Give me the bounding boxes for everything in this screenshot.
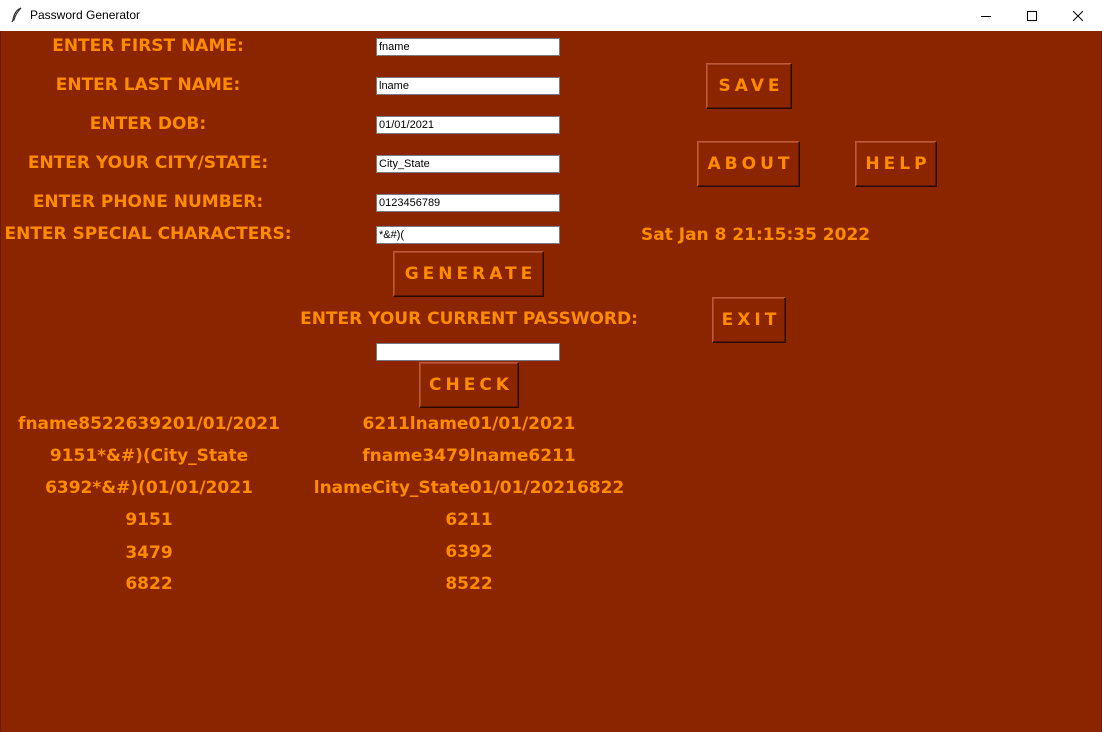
close-button[interactable] <box>1055 0 1101 31</box>
result-right-2: fname3479lname6211 <box>362 446 576 466</box>
check-button[interactable]: CHECK <box>419 362 519 408</box>
first-name-label: ENTER FIRST NAME: <box>52 36 244 56</box>
feather-icon <box>10 7 24 23</box>
result-left-1: fname8522639201/01/2021 <box>18 414 280 434</box>
dob-field[interactable] <box>376 116 560 134</box>
special-characters-label: ENTER SPECIAL CHARACTERS: <box>4 224 292 244</box>
result-left-4: 9151 <box>125 510 173 530</box>
first-name-field[interactable] <box>376 38 560 56</box>
city-state-label: ENTER YOUR CITY/STATE: <box>27 153 269 173</box>
result-right-6: 8522 <box>445 574 493 594</box>
title-bar: Password Generator <box>0 0 1102 32</box>
help-button[interactable]: HELP <box>855 141 937 187</box>
clock-display: Sat Jan 8 21:15:35 2022 <box>641 225 871 245</box>
phone-label: ENTER PHONE NUMBER: <box>32 192 264 212</box>
dob-label: ENTER DOB: <box>89 114 207 134</box>
exit-button[interactable]: EXIT <box>712 297 786 343</box>
current-password-field[interactable] <box>376 343 560 361</box>
result-left-5: 3479 <box>125 543 173 563</box>
main-panel: ENTER FIRST NAME: ENTER LAST NAME: ENTER… <box>0 31 1102 732</box>
last-name-field[interactable] <box>376 77 560 95</box>
result-left-3: 6392*&#)(01/01/2021 <box>45 478 253 498</box>
result-left-6: 6822 <box>125 574 173 594</box>
result-right-5: 6392 <box>445 542 493 562</box>
current-password-label: ENTER YOUR CURRENT PASSWORD: <box>300 309 638 329</box>
window-title: Password Generator <box>30 8 141 22</box>
maximize-button[interactable] <box>1009 0 1055 31</box>
city-state-field[interactable] <box>376 155 560 173</box>
maximize-icon <box>1027 10 1037 21</box>
phone-field[interactable] <box>376 194 560 212</box>
result-right-1: 6211lname01/01/2021 <box>362 414 576 434</box>
about-button[interactable]: ABOUT <box>697 141 800 187</box>
last-name-label: ENTER LAST NAME: <box>55 75 241 95</box>
result-left-2: 9151*&#)(City_State <box>49 446 249 466</box>
result-right-3: lnameCity_State01/01/20216822 <box>313 478 625 498</box>
close-icon <box>1073 10 1083 21</box>
generate-button[interactable]: GENERATE <box>393 251 544 297</box>
minimize-icon <box>981 15 991 17</box>
special-characters-field[interactable] <box>376 226 560 244</box>
result-right-4: 6211 <box>445 510 493 530</box>
save-button[interactable]: SAVE <box>706 63 792 109</box>
minimize-button[interactable] <box>963 0 1009 31</box>
